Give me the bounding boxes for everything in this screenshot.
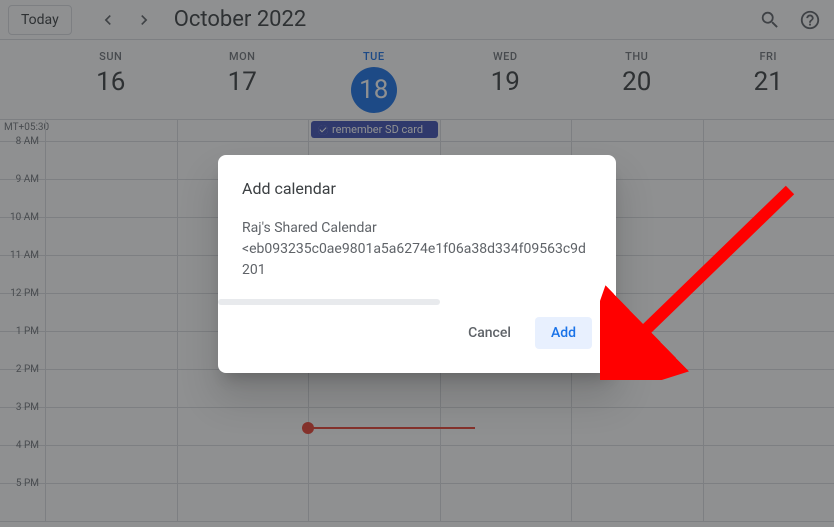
scrollbar-horizontal[interactable] xyxy=(218,299,440,305)
modal-body: Raj's Shared Calendar <eb093235c0ae9801a… xyxy=(242,218,592,281)
add-calendar-modal: Add calendar Raj's Shared Calendar <eb09… xyxy=(218,155,616,373)
modal-body-line2: <eb093235c0ae9801a5a6274e1f06a38d334f095… xyxy=(242,241,586,278)
modal-body-line1: Raj's Shared Calendar xyxy=(242,220,377,236)
modal-actions: Cancel Add xyxy=(242,317,592,349)
modal-overlay: Add calendar Raj's Shared Calendar <eb09… xyxy=(0,0,834,527)
cancel-button[interactable]: Cancel xyxy=(452,317,527,349)
modal-title: Add calendar xyxy=(242,179,592,198)
add-button[interactable]: Add xyxy=(535,317,592,349)
